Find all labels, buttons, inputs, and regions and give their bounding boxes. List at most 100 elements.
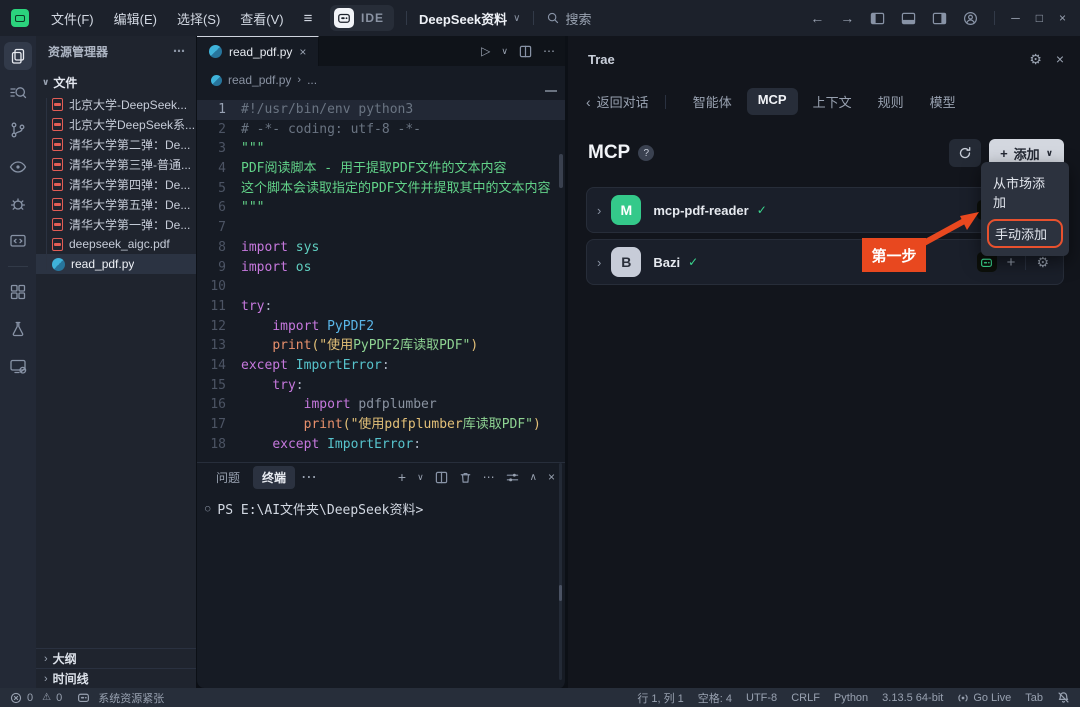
test-flask-icon[interactable] <box>4 315 32 343</box>
toggle-right-sidebar-icon[interactable] <box>932 11 947 26</box>
editor-scrollbar[interactable] <box>559 154 563 188</box>
chevron-down-icon: ∨ <box>42 77 49 88</box>
kill-terminal-icon[interactable] <box>459 471 472 484</box>
account-icon[interactable] <box>963 11 978 26</box>
refresh-button[interactable] <box>949 139 981 167</box>
tab-规则[interactable]: 规则 <box>867 88 915 115</box>
terminal-scrollbar[interactable] <box>559 463 562 680</box>
maximize-button[interactable]: □ <box>1036 11 1043 25</box>
menu-item-add-manually[interactable]: 手动添加 <box>987 219 1063 248</box>
terminal-tab-问题[interactable]: 问题 <box>207 466 249 489</box>
go-live-button[interactable]: Go Live <box>957 692 1011 704</box>
source-control-icon[interactable] <box>4 116 32 144</box>
go-live-label: Go Live <box>973 692 1011 704</box>
chevron-right-icon: › <box>44 653 48 665</box>
new-terminal-icon[interactable]: + <box>398 469 406 485</box>
menu-item-add-from-market[interactable]: 从市场添加 <box>981 169 1069 215</box>
editor-actions: ▷ ∨ ⋯ <box>481 36 565 66</box>
watch-eye-icon[interactable] <box>4 153 32 181</box>
toggle-bottom-panel-icon[interactable] <box>901 11 916 26</box>
forward-nav-icon[interactable]: → <box>840 10 854 26</box>
menu-item[interactable]: 选择(S) <box>177 9 220 28</box>
file-item[interactable]: 北京大学DeepSeek系... <box>36 114 196 134</box>
editor-tab[interactable]: read_pdf.py × <box>197 36 319 66</box>
chevron-right-icon[interactable]: › <box>597 203 601 218</box>
files-section-header[interactable]: ∨ 文件 <box>36 72 196 92</box>
terminal-profile-icon[interactable]: ∨ <box>417 472 424 483</box>
status-item[interactable]: UTF-8 <box>746 692 777 704</box>
status-item[interactable]: 空格: 4 <box>698 690 732 706</box>
file-item[interactable]: 北京大学-DeepSeek... <box>36 94 196 114</box>
menu-item[interactable]: 查看(V) <box>240 9 283 28</box>
file-item[interactable]: 清华大学第三弹-普通... <box>36 154 196 174</box>
back-nav-icon[interactable]: ← <box>810 10 824 26</box>
more-actions-icon[interactable]: ⋯ <box>173 44 186 58</box>
code-window-icon[interactable] <box>4 227 32 255</box>
menu-item[interactable]: 文件(F) <box>51 9 94 28</box>
back-to-chat-button[interactable]: ‹ 返回对话 <box>586 92 649 111</box>
pdf-file-icon <box>52 178 63 191</box>
close-assistant-icon[interactable]: × <box>1056 51 1064 67</box>
pdf-file-icon <box>52 118 63 131</box>
file-item[interactable]: 清华大学第二弹：De... <box>36 134 196 154</box>
error-icon <box>10 692 22 704</box>
close-window-button[interactable]: × <box>1059 11 1066 25</box>
close-panel-icon[interactable]: × <box>548 470 555 484</box>
terminal-tab-终端[interactable]: 终端 <box>253 466 295 489</box>
debug-bug-icon[interactable] <box>4 190 32 218</box>
file-item[interactable]: 清华大学第一弹：De... <box>36 214 196 234</box>
tab-MCP[interactable]: MCP <box>747 88 798 115</box>
notifications-bell-icon[interactable] <box>1057 691 1070 704</box>
file-item[interactable]: read_pdf.py <box>36 254 196 274</box>
code-line: 7 <box>197 218 565 238</box>
run-dropdown-icon[interactable]: ∨ <box>501 46 508 57</box>
remote-window-icon[interactable] <box>4 352 32 380</box>
tab-mode-indicator[interactable]: Tab <box>1025 692 1043 704</box>
file-item[interactable]: deepseek_aigc.pdf <box>36 234 196 254</box>
resource-warning[interactable]: 系统资源紧张 <box>98 690 164 706</box>
file-item[interactable]: 清华大学第四弹：De... <box>36 174 196 194</box>
minimize-button[interactable]: ─ <box>1011 11 1020 25</box>
more-actions-icon[interactable]: ⋯ <box>301 467 318 487</box>
code-editor[interactable]: 1#!/usr/bin/env python32# -*- coding: ut… <box>197 94 565 462</box>
help-icon[interactable]: ? <box>638 145 654 161</box>
tab-智能体[interactable]: 智能体 <box>682 88 743 115</box>
timeline-section[interactable]: › 时间线 <box>36 668 196 688</box>
toggle-left-sidebar-icon[interactable] <box>870 11 885 26</box>
status-item[interactable]: CRLF <box>791 692 820 704</box>
terminal-output[interactable]: ○ PS E:\AI文件夹\DeepSeek资料> <box>197 491 565 518</box>
search-sidebar-icon[interactable] <box>4 79 32 107</box>
explorer-icon[interactable] <box>4 42 32 70</box>
add-to-agent-icon[interactable]: + <box>1007 254 1016 271</box>
title-bar: 文件(F)编辑(E)选择(S)查看(V) ≡ IDE DeepSeek资料 ∨ … <box>0 0 1080 36</box>
global-search[interactable]: 搜索 <box>546 9 592 28</box>
settings-sliders-icon[interactable] <box>506 471 519 484</box>
split-editor-icon[interactable] <box>519 45 532 58</box>
problems-summary[interactable]: 0 ⚠ 0 系统资源紧张 <box>10 690 164 706</box>
tab-模型[interactable]: 模型 <box>919 88 967 115</box>
outline-section[interactable]: › 大纲 <box>36 648 196 668</box>
run-file-icon[interactable]: ▷ <box>481 44 490 58</box>
tab-上下文[interactable]: 上下文 <box>802 88 863 115</box>
status-item[interactable]: Python <box>834 692 868 704</box>
assistant-settings-icon[interactable]: ⚙ <box>1029 51 1042 68</box>
add-dropdown-menu: 从市场添加 手动添加 <box>981 162 1069 256</box>
split-terminal-icon[interactable] <box>435 471 448 484</box>
status-item[interactable]: 行 1, 列 1 <box>637 690 683 706</box>
check-icon: ✓ <box>688 255 698 269</box>
file-item[interactable]: 清华大学第五弹：De... <box>36 194 196 214</box>
project-switcher[interactable]: DeepSeek资料 ∨ <box>419 9 520 28</box>
ide-badge[interactable]: IDE <box>330 5 394 31</box>
maximize-panel-icon[interactable]: ∧ <box>530 472 537 483</box>
apps-grid-icon[interactable] <box>4 278 32 306</box>
more-actions-icon[interactable]: ⋯ <box>483 470 495 484</box>
more-actions-icon[interactable]: ⋯ <box>543 44 555 58</box>
server-settings-icon[interactable]: ⚙ <box>1036 254 1049 271</box>
breadcrumb[interactable]: read_pdf.py › ... <box>197 66 565 94</box>
menu-item[interactable]: 编辑(E) <box>114 9 157 28</box>
hamburger-menu-icon[interactable]: ≡ <box>304 10 313 27</box>
close-tab-icon[interactable]: × <box>299 45 306 59</box>
title-bar-right: ← → ─ □ × <box>810 10 1080 26</box>
chevron-right-icon[interactable]: › <box>597 255 601 270</box>
status-item[interactable]: 3.13.5 64-bit <box>882 692 943 704</box>
